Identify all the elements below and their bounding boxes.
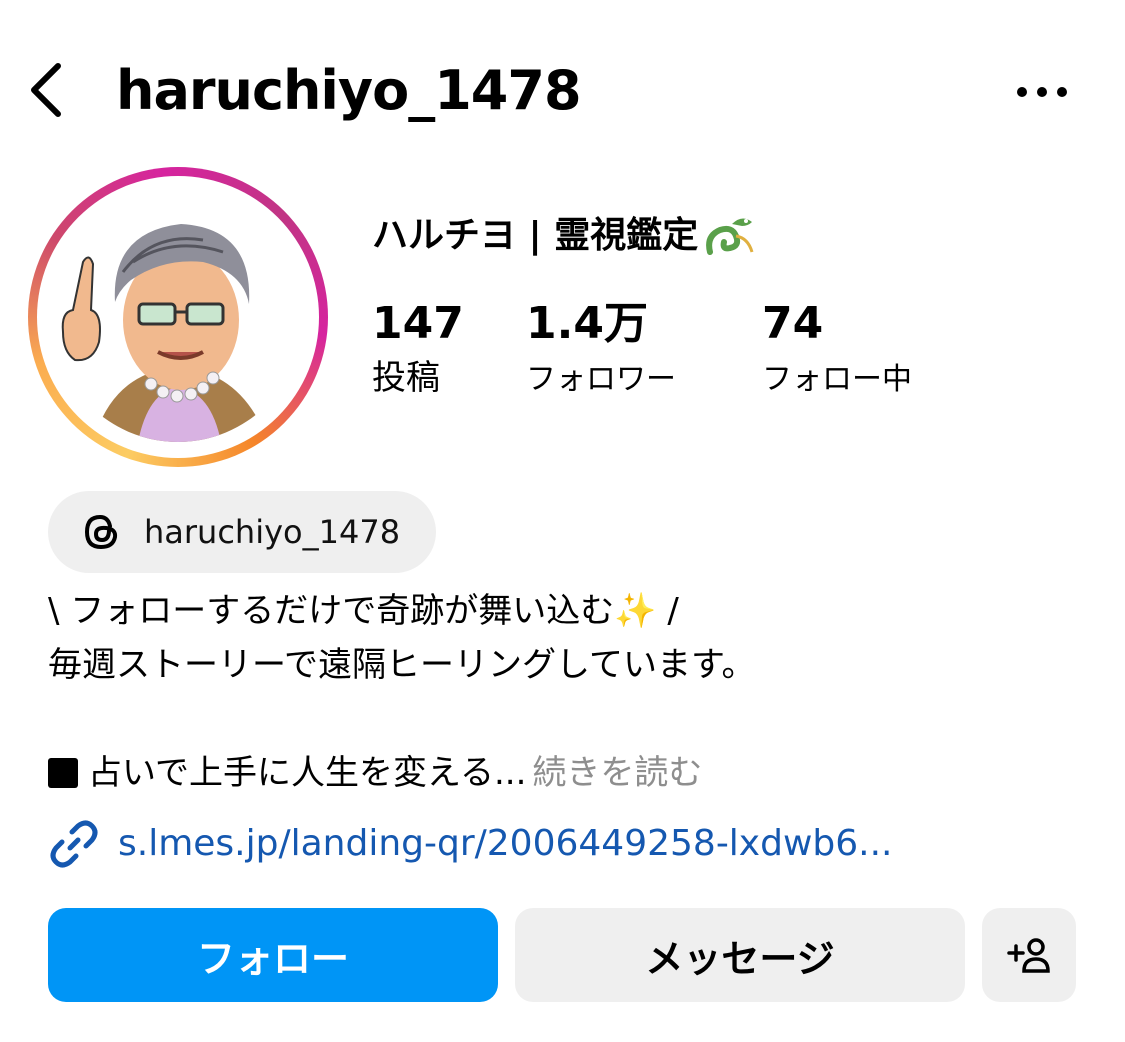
external-link[interactable]: s.lmes.jp/landing-qr/2006449258-lxdwb6..… bbox=[48, 818, 893, 870]
black-square-icon bbox=[48, 758, 78, 788]
bio-line-3-text: 占いで上手に人生を変える... bbox=[88, 753, 527, 793]
bio-line-2: 毎週ストーリーで遠隔ヒーリングしています。 bbox=[48, 645, 756, 685]
page-title: haruchiyo_1478 bbox=[116, 59, 582, 122]
bio-line-1: \ フォローするだけで奇跡が舞い込む✨ / bbox=[48, 591, 679, 631]
display-name-text: ハルチヨ | 霊視鑑定 bbox=[372, 215, 699, 256]
followers-label: フォロワー bbox=[526, 362, 676, 397]
following-label: フォロー中 bbox=[762, 362, 912, 397]
avatar[interactable] bbox=[28, 167, 328, 467]
bio-line-3: 占いで上手に人生を変える... 続きを読む bbox=[48, 750, 702, 796]
threads-profile-link[interactable]: haruchiyo_1478 bbox=[48, 491, 436, 573]
read-more-link[interactable]: 続きを読む bbox=[532, 750, 702, 796]
message-button[interactable]: メッセージ bbox=[515, 908, 965, 1002]
following-count[interactable]: 74 bbox=[762, 298, 823, 350]
chevron-left-icon bbox=[31, 63, 61, 117]
followers-count[interactable]: 1.4万 bbox=[526, 298, 648, 350]
more-horizontal-icon bbox=[1017, 87, 1067, 97]
link-text: s.lmes.jp/landing-qr/2006449258-lxdwb6..… bbox=[118, 823, 893, 864]
display-name: ハルチヨ | 霊視鑑定 bbox=[372, 212, 758, 260]
suggest-users-button[interactable] bbox=[982, 908, 1076, 1002]
threads-handle: haruchiyo_1478 bbox=[144, 513, 401, 551]
follow-button[interactable]: フォロー bbox=[48, 908, 498, 1002]
posts-count[interactable]: 147 bbox=[372, 298, 464, 350]
add-user-icon bbox=[1007, 938, 1050, 973]
posts-label: 投稿 bbox=[372, 358, 440, 398]
more-options-button[interactable] bbox=[1012, 74, 1074, 110]
avatar-illustration-icon bbox=[53, 192, 303, 442]
dragon-icon bbox=[706, 218, 754, 255]
back-button[interactable] bbox=[24, 60, 72, 120]
link-icon bbox=[50, 820, 98, 868]
threads-icon bbox=[84, 514, 118, 550]
